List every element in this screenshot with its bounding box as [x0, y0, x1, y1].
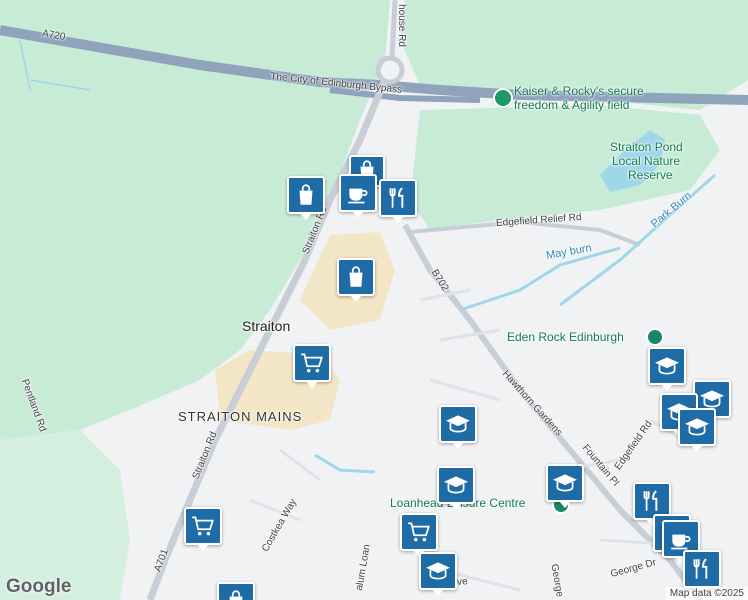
school-marker-loanhead-1[interactable] — [439, 405, 477, 449]
park-pin-icon[interactable] — [493, 88, 513, 108]
coffee-cup-icon — [348, 188, 368, 204]
school-icon — [444, 476, 468, 494]
green-area-southwest — [0, 430, 130, 600]
school-icon — [685, 418, 709, 436]
supermarket-marker-straiton[interactable] — [293, 344, 331, 388]
shop-marker-retail-park[interactable] — [337, 258, 375, 302]
shopping-bag-icon — [299, 184, 313, 205]
shop-marker-bottom[interactable] — [217, 582, 255, 600]
straiton-mains-label: STRAITON MAINS — [178, 409, 303, 424]
roundabout — [375, 55, 405, 85]
pond-label-line1: Straiton Pond — [610, 140, 683, 154]
small-burn — [314, 453, 376, 474]
pond-label-line3: Reserve — [628, 168, 673, 182]
supermarket-marker-west[interactable] — [184, 507, 222, 551]
shopping-cart-icon — [192, 516, 214, 536]
school-icon — [553, 474, 577, 492]
school-icon — [446, 415, 470, 433]
eden-rock-label[interactable]: Eden Rock Edinburgh — [507, 330, 624, 344]
restaurant-icon — [389, 187, 404, 208]
school-icon — [655, 357, 679, 375]
shopping-cart-icon — [301, 353, 323, 373]
coffee-cup-icon — [671, 534, 691, 550]
school-marker-leisure[interactable] — [546, 464, 584, 508]
restaurant-marker-north[interactable] — [379, 179, 417, 223]
restaurant-icon — [643, 490, 658, 511]
house-rd-label: house Rd — [395, 4, 407, 47]
school-marker-east-1[interactable] — [648, 347, 686, 391]
straiton-label: Straiton — [242, 318, 291, 334]
supermarket-marker-south[interactable] — [400, 513, 438, 557]
cafe-marker-north[interactable] — [339, 174, 377, 218]
school-marker-south[interactable] — [419, 552, 457, 596]
kaiser-label-line1[interactable]: Kaiser & Rocky's secure — [514, 84, 644, 98]
shopping-bag-icon — [229, 590, 243, 600]
shopping-bag-icon — [349, 266, 363, 287]
pond-label-line2: Local Nature — [612, 154, 681, 168]
school-icon — [426, 562, 450, 580]
restaurant-marker-south-2[interactable] — [683, 550, 721, 594]
shop-marker-straiton-rd[interactable] — [287, 176, 325, 220]
house-rd — [389, 0, 398, 59]
restaurant-icon — [693, 558, 708, 579]
school-marker-loanhead-2[interactable] — [437, 466, 475, 510]
shopping-cart-icon — [408, 522, 430, 542]
school-marker-east-4[interactable] — [678, 408, 716, 452]
kaiser-label-line2[interactable]: freedom & Agility field — [514, 98, 629, 112]
google-logo: Google — [6, 576, 72, 597]
eden-rock-pin-icon[interactable] — [646, 328, 664, 346]
map-attribution[interactable]: Map data ©2025 — [665, 587, 748, 600]
map-canvas[interactable]: A720 The City of Edinburgh Bypass house … — [0, 0, 748, 600]
